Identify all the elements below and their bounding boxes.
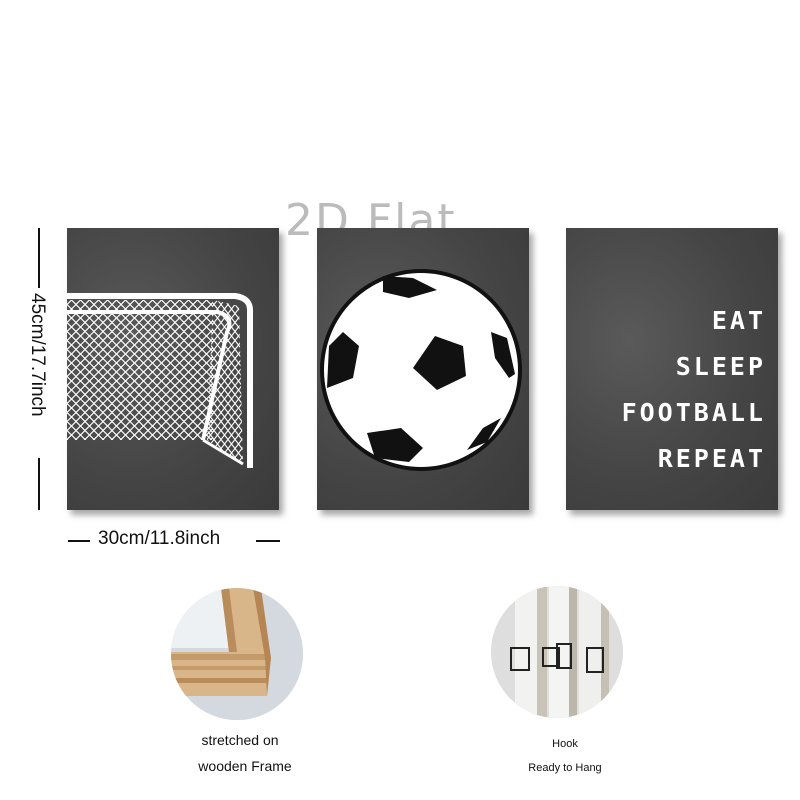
canvas-panel-ball [317,228,529,510]
hook-photo [491,586,623,718]
goal-net-icon [67,293,254,468]
slogan-line: REPEAT [657,444,766,473]
frame-caption-line1: stretched on [201,732,279,748]
hook-caption-line2: Ready to Hang [528,762,602,774]
slogan-line: SLEEP [675,352,766,381]
canvas-panel-goal [67,228,279,510]
hook-icon [491,586,623,718]
hook-caption-line1: Hook [552,738,578,750]
width-dimension-line-left [68,540,90,542]
height-dimension-line-top [38,228,40,288]
soccer-ball-icon [320,269,522,471]
slogan-line: FOOTBALL [621,398,766,427]
slogan-line: EAT [711,306,766,335]
wooden-frame-icon [171,588,303,720]
frame-caption-line2: wooden Frame [198,758,292,774]
height-dimension-line-bottom [38,458,40,510]
width-label: 30cm/11.8inch [98,528,221,549]
width-dimension: 30cm/11.8inch [68,528,280,552]
wooden-frame-photo [171,588,303,720]
width-dimension-line-right [256,540,280,542]
height-label: 45cm/17.7inch [27,293,48,417]
canvas-panel-slogan: EAT SLEEP FOOTBALL REPEAT [566,228,778,510]
slogan-text: EAT SLEEP FOOTBALL REPEAT [622,298,766,482]
